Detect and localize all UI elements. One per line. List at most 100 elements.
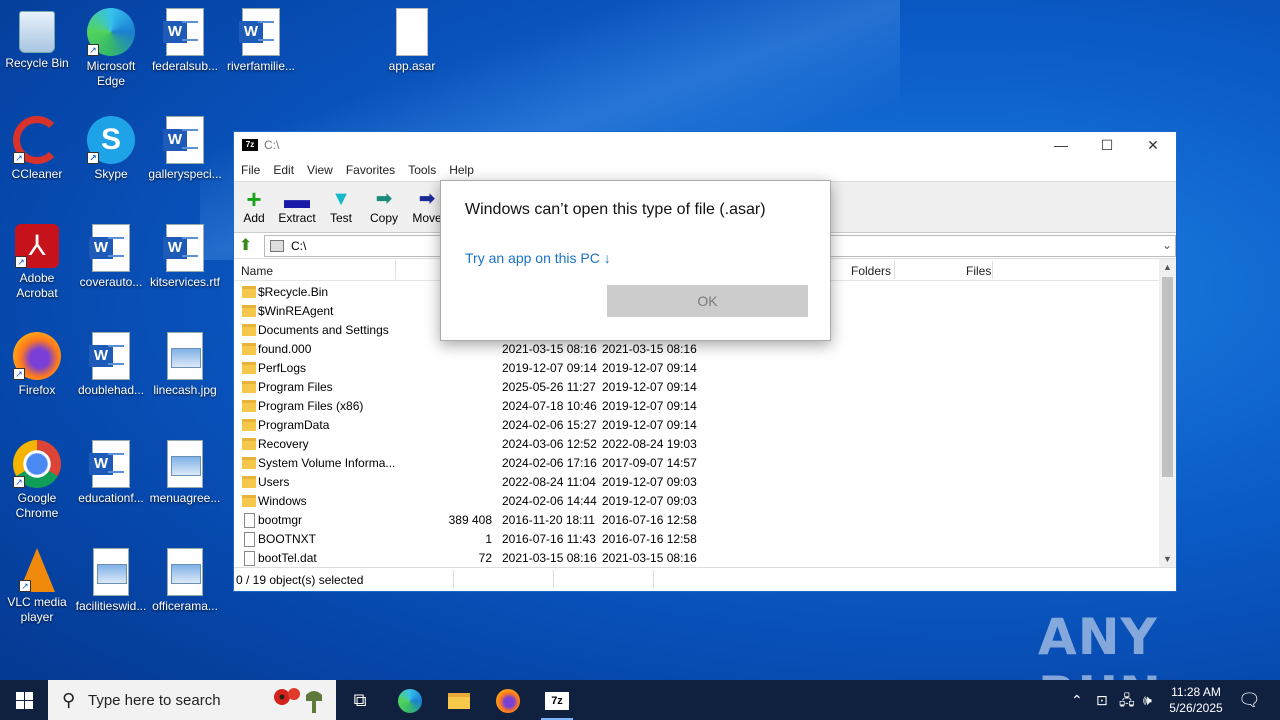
task-view-icon[interactable]: ⧉ <box>336 680 384 720</box>
file-created: 2019-12-07 09:14 <box>602 418 697 432</box>
column-files[interactable]: Files <box>966 264 991 278</box>
file-list-row[interactable]: ProgramData 2024-02-06 15:27 2019-12-07 09… <box>234 416 1160 435</box>
minimize-button[interactable]: — <box>1038 132 1084 159</box>
show-hidden-icons-chevron-icon[interactable]: ⌃ <box>1071 680 1083 720</box>
network-icon[interactable]: 🖧 <box>1119 680 1135 720</box>
word-doc-icon: W <box>163 224 204 272</box>
file-modified: 2024-03-06 12:52 <box>502 437 597 451</box>
test-button[interactable]: ▼ Test <box>321 187 361 225</box>
desktop-icon-chrome[interactable]: ↗ Google Chrome <box>0 440 74 521</box>
file-icon <box>244 532 255 547</box>
desktop-icon-ccleaner[interactable]: ↗ CCleaner <box>0 116 74 182</box>
word-doc-icon: W <box>89 332 130 380</box>
menu-edit[interactable]: Edit <box>273 163 294 177</box>
desktop-icon-acrobat[interactable]: ⅄ ↗ Adobe Acrobat <box>0 224 74 301</box>
desktop-icon-label: CCleaner <box>11 167 63 181</box>
menu-tools[interactable]: Tools <box>408 163 436 177</box>
device-icon[interactable]: ⊡ <box>1096 680 1108 720</box>
copy-button[interactable]: ➡ Copy <box>364 187 404 225</box>
menu-favorites[interactable]: Favorites <box>346 163 395 177</box>
firefox-icon: ↗ <box>13 332 61 380</box>
file-name: Program Files (x86) <box>258 399 364 413</box>
add-button[interactable]: + Add <box>234 186 274 225</box>
desktop-icon-galleryspeci[interactable]: W galleryspeci... <box>148 116 222 182</box>
notification-center-icon[interactable]: 🗨 <box>1238 680 1261 720</box>
desktop-icon-app-asar[interactable]: app.asar <box>375 8 449 74</box>
taskbar-7zip-icon[interactable]: 7z <box>533 680 581 720</box>
title-bar[interactable]: 7z C:\ — ☐ ✕ <box>234 132 1176 159</box>
clock-date: 5/26/2025 <box>1169 701 1223 715</box>
desktop-icon-facilitieswid[interactable]: facilitieswid... <box>74 548 148 614</box>
file-list-row[interactable]: BOOTNXT 1 2016-07-16 11:43 2016-07-16 12:58 <box>234 530 1160 549</box>
volume-icon[interactable]: 🕪 <box>1143 680 1152 720</box>
folder-icon <box>242 419 256 431</box>
desktop-icon-label: Firefox <box>18 383 56 397</box>
scroll-down-icon[interactable]: ▼ <box>1159 551 1176 568</box>
column-divider[interactable] <box>992 261 993 279</box>
file-list-row[interactable]: Recovery 2024-03-06 12:52 2022-08-24 19:03 <box>234 435 1160 454</box>
desktop-icon-firefox[interactable]: ↗ Firefox <box>0 332 74 398</box>
chevron-down-icon[interactable]: ⌄ <box>1162 238 1172 252</box>
desktop-icon-skype[interactable]: S ↗ Skype <box>74 116 148 182</box>
desktop-icon-linecash[interactable]: linecash.jpg <box>148 332 222 398</box>
blank-file-icon <box>396 8 428 56</box>
try-app-link[interactable]: Try an app on this PC ↓ <box>465 250 611 266</box>
vertical-scrollbar[interactable]: ▲ ▼ <box>1159 259 1176 568</box>
file-list-row[interactable]: Users 2022-08-24 11:04 2019-12-07 09:03 <box>234 473 1160 492</box>
scrollbar-thumb[interactable] <box>1162 277 1173 477</box>
extract-button[interactable]: ▬ Extract <box>277 186 317 225</box>
file-list-row[interactable]: Windows 2024-02-06 14:44 2019-12-07 09:03 <box>234 492 1160 511</box>
desktop-icon-label: VLC media player <box>7 595 67 624</box>
scroll-up-icon[interactable]: ▲ <box>1159 259 1176 276</box>
column-divider[interactable] <box>395 261 396 279</box>
column-name[interactable]: Name <box>241 264 273 278</box>
file-list-row[interactable]: Program Files (x86) 2024-07-18 10:46 2019-… <box>234 397 1160 416</box>
taskbar-search-box[interactable]: ⚲ Type here to search <box>48 680 336 720</box>
folder-icon <box>242 343 256 355</box>
menu-view[interactable]: View <box>307 163 333 177</box>
desktop-icon-kitservices[interactable]: W kitservices.rtf <box>148 224 222 290</box>
desktop-icon-recycle-bin[interactable]: Recycle Bin <box>0 8 74 71</box>
file-list-row[interactable]: PerfLogs 2019-12-07 09:14 2019-12-07 09:14 <box>234 359 1160 378</box>
start-button[interactable] <box>0 680 48 720</box>
search-icon: ⚲ <box>62 690 76 710</box>
desktop-icon-riverfamilie[interactable]: W riverfamilie... <box>224 8 298 74</box>
file-name: bootTel.dat <box>258 551 317 565</box>
desktop-icon-officerama[interactable]: officerama... <box>148 548 222 614</box>
ok-button[interactable]: OK <box>607 285 808 317</box>
desktop-icon-coverauto[interactable]: W coverauto... <box>74 224 148 290</box>
file-name: Recovery <box>258 437 309 451</box>
file-name: Program Files <box>258 380 333 394</box>
file-list-row[interactable]: found.000 2021-03-15 08:16 2021-03-15 08:1… <box>234 340 1160 359</box>
desktop-icon-educationf[interactable]: W educationf... <box>74 440 148 506</box>
taskbar-file-explorer-icon[interactable] <box>435 680 483 720</box>
desktop-icon-vlc[interactable]: ↗ VLC media player <box>0 548 74 625</box>
file-name: found.000 <box>258 342 312 356</box>
desktop-icon-edge[interactable]: ↗ Microsoft Edge <box>74 8 148 89</box>
shortcut-arrow-icon: ↗ <box>13 476 25 488</box>
desktop-icon-doublehad[interactable]: W doublehad... <box>74 332 148 398</box>
column-folders[interactable]: Folders <box>851 264 891 278</box>
up-folder-icon[interactable]: ⬆ <box>239 238 255 254</box>
file-modified: 2024-02-06 17:16 <box>502 456 597 470</box>
menu-file[interactable]: File <box>241 163 260 177</box>
acrobat-icon: ⅄ ↗ <box>15 224 59 268</box>
desktop-icon-federalsub[interactable]: W federalsub... <box>148 8 222 74</box>
file-list-row[interactable]: bootTel.dat 72 2021-03-15 08:16 2021-03-15 … <box>234 549 1160 568</box>
windows-logo-icon <box>16 692 24 700</box>
file-list-row[interactable]: Program Files 2025-05-26 11:27 2019-12-07 … <box>234 378 1160 397</box>
file-list-row[interactable]: System Volume Informa... 2024-02-06 17:16… <box>234 454 1160 473</box>
maximize-button[interactable]: ☐ <box>1084 132 1130 159</box>
file-modified: 2022-08-24 11:04 <box>502 475 596 489</box>
file-list-row[interactable]: bootmgr 389 408 2016-11-20 18:11 2016-07-16… <box>234 511 1160 530</box>
file-modified: 2024-02-06 15:27 <box>502 418 597 432</box>
desktop-icon-menuagree[interactable]: menuagree... <box>148 440 222 506</box>
close-button[interactable]: ✕ <box>1130 132 1176 159</box>
column-divider[interactable] <box>894 261 895 279</box>
taskbar-edge-icon[interactable] <box>386 680 434 720</box>
file-size: 72 <box>478 551 492 565</box>
vlc-icon: ↗ <box>19 548 55 592</box>
taskbar-clock[interactable]: 11:28 AM 5/26/2025 <box>1160 684 1232 716</box>
menu-help[interactable]: Help <box>449 163 474 177</box>
taskbar-firefox-icon[interactable] <box>484 680 532 720</box>
